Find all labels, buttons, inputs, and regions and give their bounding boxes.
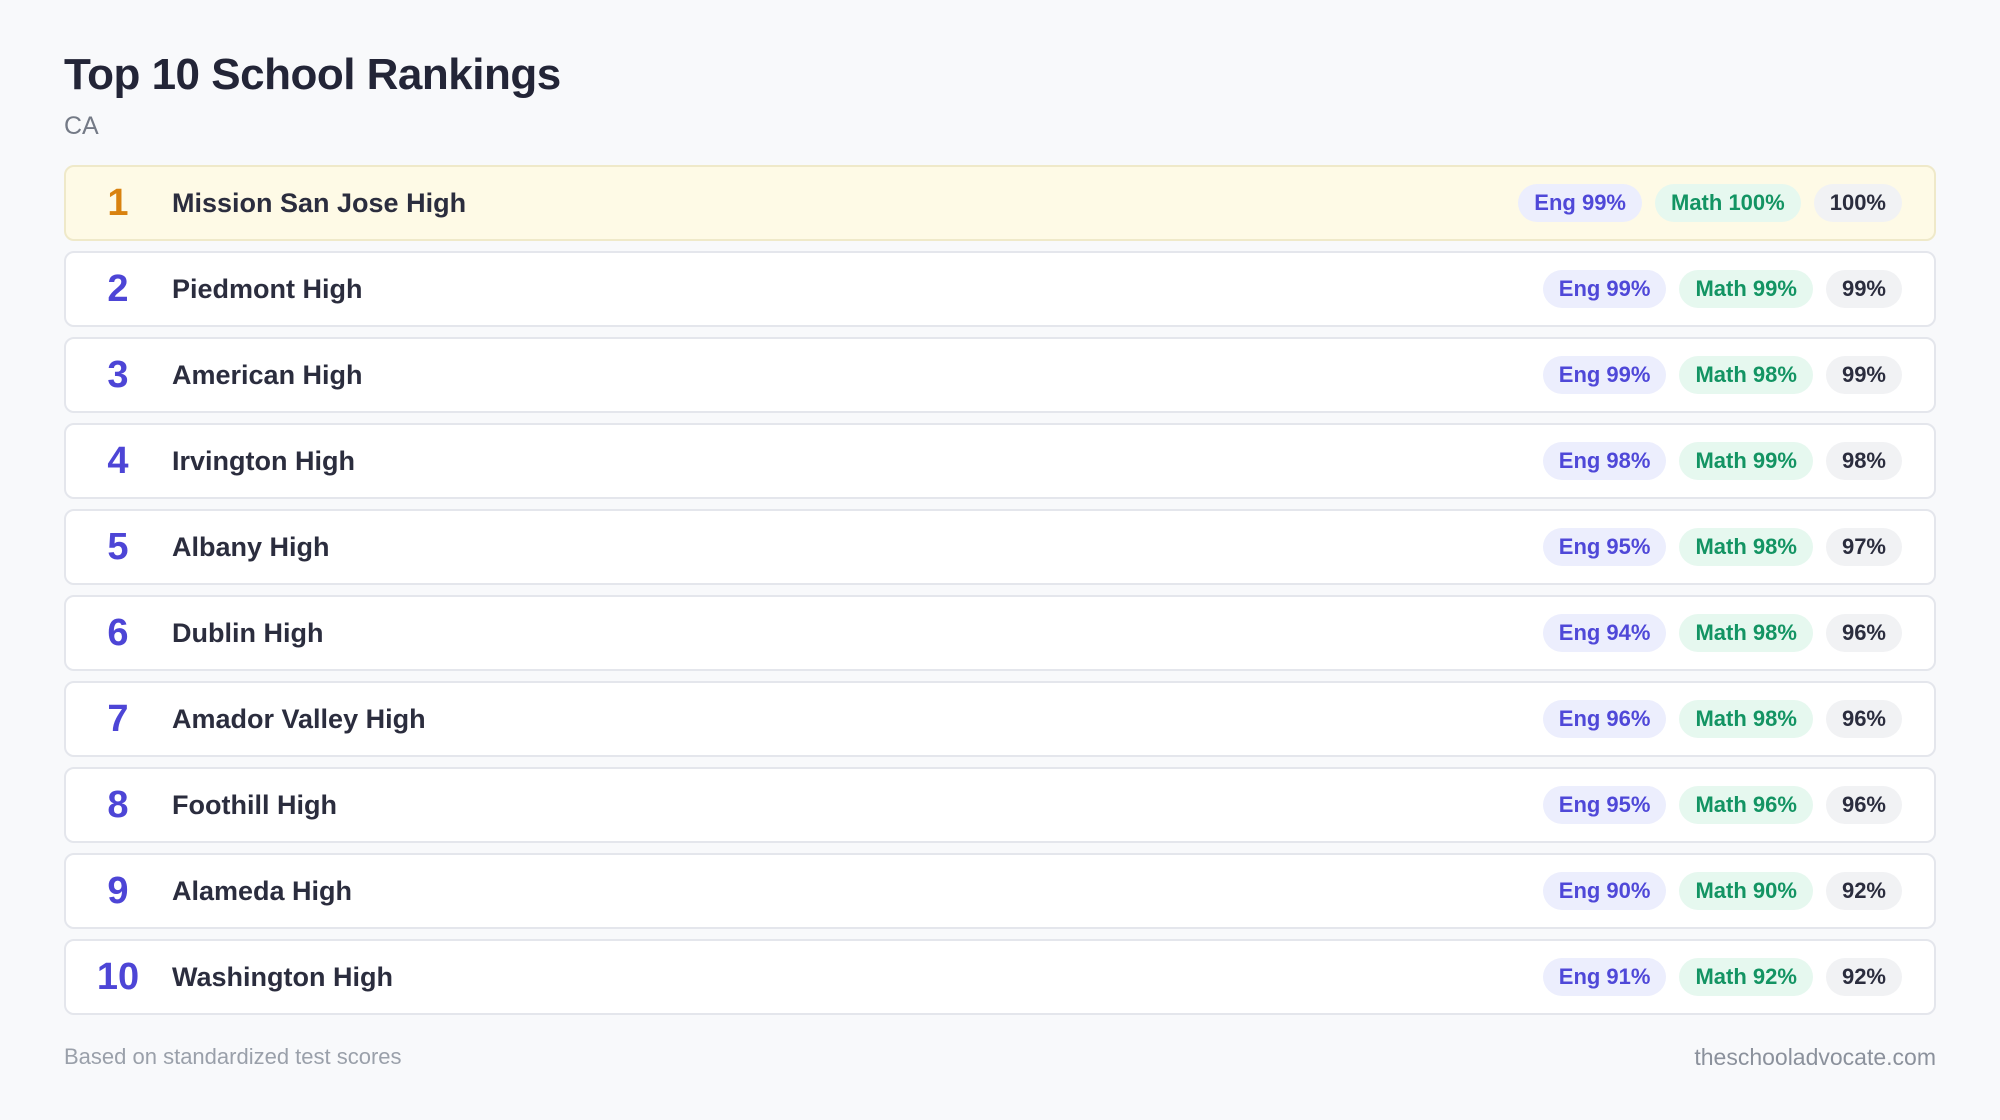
score-badges: Eng 98% Math 99% 98% bbox=[1542, 442, 1902, 480]
footer-site-link[interactable]: theschooladvocate.com bbox=[1694, 1044, 1936, 1071]
page-title: Top 10 School Rankings bbox=[64, 50, 561, 99]
math-score-badge: Math 98% bbox=[1679, 700, 1813, 738]
score-badges: Eng 95% Math 96% 96% bbox=[1542, 786, 1902, 824]
overall-score-badge: 92% bbox=[1825, 872, 1902, 910]
english-score-badge: Eng 96% bbox=[1542, 700, 1667, 738]
rank-number: 4 bbox=[107, 439, 129, 482]
rank-number: 1 bbox=[107, 181, 129, 224]
overall-score-badge: 99% bbox=[1825, 356, 1902, 394]
rank-number: 5 bbox=[107, 525, 129, 568]
english-score-badge: Eng 95% bbox=[1542, 528, 1667, 566]
school-name: Mission San Jose High bbox=[172, 187, 467, 218]
rank-number: 9 bbox=[107, 869, 129, 912]
math-score-badge: Math 100% bbox=[1655, 184, 1801, 222]
ranking-row[interactable]: 3 American High Eng 99% Math 98% 99% bbox=[64, 337, 1936, 413]
score-badges: Eng 99% Math 98% 99% bbox=[1542, 356, 1902, 394]
footer: Based on standardized test scores thesch… bbox=[64, 1044, 1936, 1071]
rank-number: 10 bbox=[96, 955, 140, 998]
math-score-badge: Math 96% bbox=[1679, 786, 1813, 824]
rank-number: 3 bbox=[107, 353, 129, 396]
math-score-badge: Math 98% bbox=[1679, 614, 1813, 652]
school-name: American High bbox=[172, 359, 363, 390]
overall-score-badge: 96% bbox=[1825, 614, 1902, 652]
school-name: Washington High bbox=[172, 961, 393, 992]
english-score-badge: Eng 99% bbox=[1542, 356, 1667, 394]
overall-score-badge: 100% bbox=[1813, 184, 1902, 222]
rankings-page: Top 10 School Rankings CA 1 Mission San … bbox=[0, 0, 2000, 1120]
ranking-row[interactable]: 1 Mission San Jose High Eng 99% Math 100… bbox=[64, 165, 1936, 241]
school-name: Albany High bbox=[172, 531, 330, 562]
math-score-badge: Math 99% bbox=[1679, 442, 1813, 480]
school-name: Alameda High bbox=[172, 875, 353, 906]
school-name: Irvington High bbox=[172, 445, 355, 476]
overall-score-badge: 92% bbox=[1825, 958, 1902, 996]
score-badges: Eng 91% Math 92% 92% bbox=[1542, 958, 1902, 996]
math-score-badge: Math 98% bbox=[1679, 528, 1813, 566]
overall-score-badge: 96% bbox=[1825, 700, 1902, 738]
english-score-badge: Eng 98% bbox=[1542, 442, 1667, 480]
english-score-badge: Eng 90% bbox=[1542, 872, 1667, 910]
ranking-row[interactable]: 8 Foothill High Eng 95% Math 96% 96% bbox=[64, 767, 1936, 843]
ranking-row[interactable]: 4 Irvington High Eng 98% Math 99% 98% bbox=[64, 423, 1936, 499]
rank-number: 8 bbox=[107, 783, 129, 826]
english-score-badge: Eng 94% bbox=[1542, 614, 1667, 652]
school-name: Amador Valley High bbox=[172, 703, 426, 734]
school-name: Dublin High bbox=[172, 617, 324, 648]
ranking-row[interactable]: 7 Amador Valley High Eng 96% Math 98% 96… bbox=[64, 681, 1936, 757]
math-score-badge: Math 92% bbox=[1679, 958, 1813, 996]
english-score-badge: Eng 99% bbox=[1542, 270, 1667, 308]
score-badges: Eng 95% Math 98% 97% bbox=[1542, 528, 1902, 566]
english-score-badge: Eng 99% bbox=[1518, 184, 1642, 222]
page-subtitle: CA bbox=[64, 112, 99, 140]
rank-number: 6 bbox=[107, 611, 129, 654]
english-score-badge: Eng 91% bbox=[1542, 958, 1667, 996]
ranking-row[interactable]: 9 Alameda High Eng 90% Math 90% 92% bbox=[64, 853, 1936, 929]
score-badges: Eng 90% Math 90% 92% bbox=[1542, 872, 1902, 910]
score-badges: Eng 94% Math 98% 96% bbox=[1542, 614, 1902, 652]
ranking-row[interactable]: 5 Albany High Eng 95% Math 98% 97% bbox=[64, 509, 1936, 585]
score-badges: Eng 99% Math 99% 99% bbox=[1542, 270, 1902, 308]
footer-note: Based on standardized test scores bbox=[64, 1044, 402, 1069]
rank-number: 7 bbox=[107, 697, 129, 740]
school-name: Piedmont High bbox=[172, 273, 363, 304]
overall-score-badge: 96% bbox=[1825, 786, 1902, 824]
rank-number: 2 bbox=[107, 267, 129, 310]
score-badges: Eng 99% Math 100% 100% bbox=[1518, 184, 1902, 222]
ranking-row[interactable]: 10 Washington High Eng 91% Math 92% 92% bbox=[64, 939, 1936, 1015]
school-name: Foothill High bbox=[172, 789, 337, 820]
math-score-badge: Math 90% bbox=[1679, 872, 1813, 910]
overall-score-badge: 98% bbox=[1825, 442, 1902, 480]
rankings-list: 1 Mission San Jose High Eng 99% Math 100… bbox=[64, 165, 1936, 1015]
math-score-badge: Math 99% bbox=[1679, 270, 1813, 308]
ranking-row[interactable]: 6 Dublin High Eng 94% Math 98% 96% bbox=[64, 595, 1936, 671]
overall-score-badge: 97% bbox=[1825, 528, 1902, 566]
math-score-badge: Math 98% bbox=[1679, 356, 1813, 394]
score-badges: Eng 96% Math 98% 96% bbox=[1542, 700, 1902, 738]
overall-score-badge: 99% bbox=[1825, 270, 1902, 308]
english-score-badge: Eng 95% bbox=[1542, 786, 1667, 824]
ranking-row[interactable]: 2 Piedmont High Eng 99% Math 99% 99% bbox=[64, 251, 1936, 327]
